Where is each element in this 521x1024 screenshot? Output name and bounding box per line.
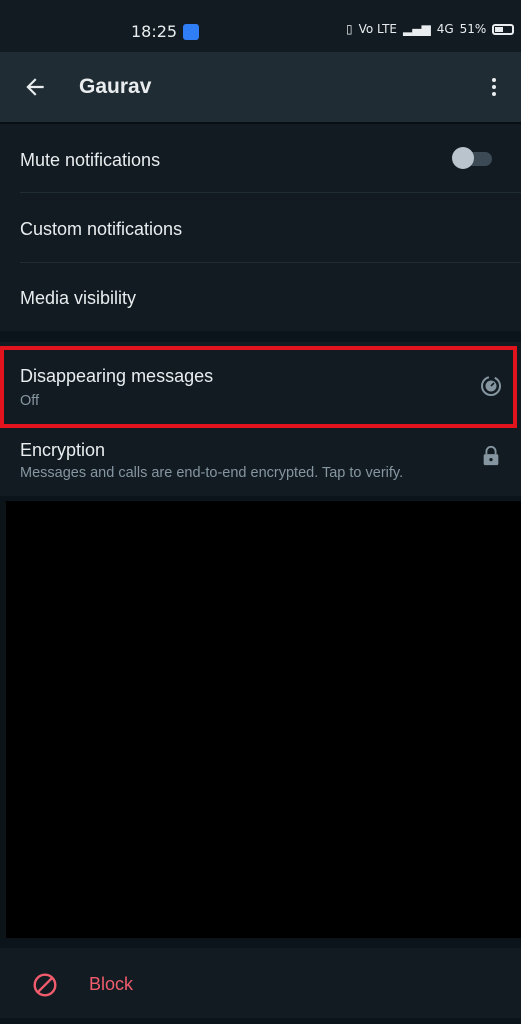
mute-notifications-row[interactable]: Mute notifications (0, 124, 521, 192)
lock-icon (483, 445, 499, 466)
block-row[interactable]: Block (0, 948, 521, 1018)
app-header: Gaurav (0, 52, 521, 122)
block-icon (33, 973, 57, 997)
back-arrow-icon[interactable] (22, 74, 48, 100)
custom-notifications-row[interactable]: Custom notifications (0, 193, 521, 262)
toggle-thumb (452, 147, 474, 169)
volte-indicator: Vo LTE (358, 22, 397, 36)
battery-icon (492, 23, 515, 35)
notifications-section: Mute notifications Custom notifications … (0, 124, 521, 331)
bottom-strip (0, 1018, 521, 1024)
redacted-panel (6, 501, 521, 938)
block-label: Block (89, 974, 134, 994)
custom-notifications-label: Custom notifications (20, 219, 183, 239)
app-notification-icon (183, 24, 199, 40)
contact-name: Gaurav (79, 75, 152, 98)
mute-notifications-label: Mute notifications (20, 150, 161, 170)
status-time: 18:25 (131, 22, 178, 41)
battery-percent: 51% (459, 22, 487, 36)
media-visibility-row[interactable]: Media visibility (0, 263, 521, 331)
network-indicator: 4G (436, 22, 454, 36)
status-bar: 18:25 ▯ Vo LTE ▂▄▆ 4G 51% (0, 0, 521, 52)
encryption-label: Encryption (20, 440, 106, 460)
vibrate-icon: ▯ (346, 22, 353, 36)
highlight-annotation (0, 346, 517, 428)
encryption-row[interactable]: Encryption Messages and calls are end-to… (0, 428, 521, 496)
status-indicators: ▯ Vo LTE ▂▄▆ 4G 51% (346, 22, 515, 36)
mute-notifications-toggle[interactable] (452, 147, 494, 169)
media-visibility-label: Media visibility (20, 288, 137, 308)
more-options-icon[interactable] (482, 74, 506, 100)
encryption-description: Messages and calls are end-to-end encryp… (20, 465, 404, 481)
signal-icon: ▂▄▆ (403, 22, 431, 36)
